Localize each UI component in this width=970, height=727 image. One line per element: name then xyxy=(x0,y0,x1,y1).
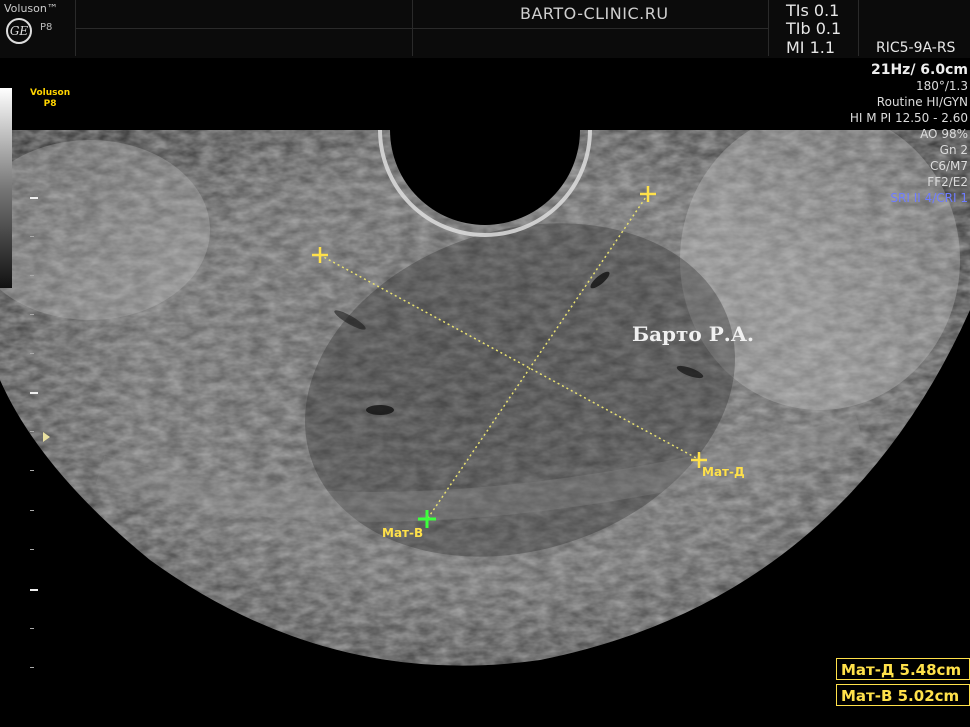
measurement-d[interactable]: Мат-Д 5.48cm xyxy=(836,658,970,680)
left-brand: Voluson P8 xyxy=(30,88,70,110)
depth-tick xyxy=(30,275,34,276)
angle-param: 180°/1.3 xyxy=(915,79,968,93)
focus-marker-icon[interactable] xyxy=(43,432,50,442)
measurement-v[interactable]: Мат-В 5.02cm xyxy=(836,684,970,706)
depth-tick xyxy=(30,628,34,629)
caliper-label-v: Мат-В xyxy=(382,526,424,540)
model-label: P8 xyxy=(40,22,53,33)
depth-tick xyxy=(30,589,38,591)
depth-tick xyxy=(30,236,34,237)
brand-label: Voluson™ xyxy=(4,2,58,15)
depth-tick xyxy=(30,197,38,199)
tib-value: TIb 0.1 xyxy=(786,19,842,38)
probe-label: RIC5-9A-RS xyxy=(876,40,956,56)
depth-tick xyxy=(30,549,34,550)
sri-param: SRI II 4/CRI 1 xyxy=(890,191,968,205)
greyscale-bar xyxy=(0,88,12,288)
watermark-text: Барто Р.А. xyxy=(632,322,754,346)
ge-logo-icon: GE xyxy=(6,18,32,44)
c-param: C6/M7 xyxy=(929,159,968,173)
caliper-label-d: Мат-Д xyxy=(702,465,745,479)
tis-value: TIs 0.1 xyxy=(786,1,840,20)
left-brand-model: P8 xyxy=(43,99,57,109)
depth-tick xyxy=(30,314,34,315)
depth-tick xyxy=(30,431,34,432)
preset-param: Routine HI/GYN xyxy=(876,95,968,109)
ultrasound-image xyxy=(0,129,970,666)
pi-param: HI M PI 12.50 - 2.60 xyxy=(849,111,968,125)
gain-param: Gn 2 xyxy=(939,143,968,157)
ao-param: AO 98% xyxy=(920,127,968,141)
ff-param: FF2/E2 xyxy=(927,175,968,189)
frequency-depth: 21Hz/ 6.0cm xyxy=(870,62,968,78)
depth-tick xyxy=(30,353,34,354)
clinic-label: BARTO-CLINIC.RU xyxy=(520,4,669,23)
depth-tick xyxy=(30,392,38,394)
mi-value: MI 1.1 xyxy=(786,38,836,57)
depth-tick xyxy=(30,667,34,668)
left-brand-name: Voluson xyxy=(30,88,71,98)
depth-tick xyxy=(30,510,34,511)
depth-tick xyxy=(30,470,34,471)
